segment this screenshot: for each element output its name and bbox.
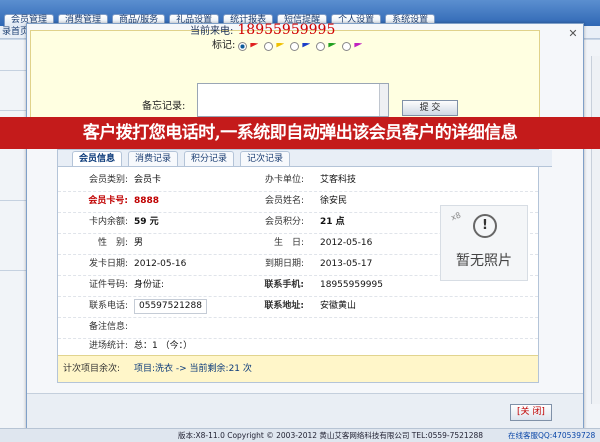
card-number-value: 8888 [134,196,160,206]
memo-label: 备忘记录: [142,101,186,112]
incoming-call-label: 当前来电: [190,26,234,37]
info-row: 会员类别: 会员卡 办卡单位: 艾客科技 [58,170,538,192]
footer-bar: 版本:X8-11.0 Copyright © 2003-2012 黄山艾客网络科… [0,428,600,442]
member-type-label: 会员类别: [88,175,128,185]
mark-radio[interactable] [290,41,300,51]
member-name-label: 会员姓名: [264,196,304,206]
background-sidebar [0,40,26,441]
vertical-scrollbar[interactable] [591,56,600,404]
blue-flag-icon [302,42,311,48]
mark-radio[interactable] [264,41,274,51]
balance-label: 卡内余额: [88,217,128,227]
online-support-link[interactable]: 在线客服QQ:470539728 [508,429,595,442]
phone-label: 联系电话: [88,301,128,311]
footer-copyright: 版本:X8-11.0 Copyright © 2003-2012 黄山艾客网络科… [178,431,484,440]
mark-radio[interactable] [238,41,248,51]
submit-button[interactable]: 提 交 [402,100,458,116]
mark-radio[interactable] [316,41,326,51]
yellow-flag-icon [276,42,285,48]
address-label: 联系地址: [264,301,304,311]
incoming-call-row: 当前来电: 18955959995 [190,22,335,40]
birthday-value: 2012-05-16 [320,238,373,248]
member-type-value: 会员卡 [134,175,162,185]
green-flag-icon [328,42,337,48]
count-remaining-label: 计次项目余次: [62,364,120,374]
count-remaining-value: 项目:洗衣 -> 当前剩余:21 次 [134,364,252,374]
close-button[interactable]: [关 闭] [510,404,552,421]
incoming-call-number: 18955959995 [237,22,336,38]
expire-date-value: 2013-05-17 [320,259,373,269]
divider [0,200,26,201]
exclamation-icon: ! [473,214,497,238]
memo-textarea[interactable] [197,83,389,117]
issue-date-label: 发卡日期: [88,259,128,269]
member-info-panel: 会员信息 消费记录 积分记录 记次记录 会员类别: 会员卡 办卡单位: 艾客科技… [57,149,552,383]
mobile-value: 18955959995 [320,280,383,290]
tab-count-records[interactable]: 记次记录 [240,151,291,166]
mark-radio[interactable] [342,41,352,51]
divider [0,70,26,71]
no-photo-text: 暂无照片 [456,253,512,269]
issue-date-value: 2012-05-16 [134,259,187,269]
close-icon[interactable]: ✕ [567,28,579,40]
expire-date-label: 到期日期: [264,259,304,269]
card-unit-value: 艾客科技 [320,175,357,185]
count-remaining-row: 计次项目余次: 项目:洗衣 -> 当前剩余:21 次 [58,355,538,382]
tab-member-info[interactable]: 会员信息 [72,151,123,166]
phone-field[interactable]: 05597521288 [134,299,207,314]
tab-points-records[interactable]: 积分记录 [184,151,235,166]
member-tabs: 会员信息 消费记录 积分记录 记次记录 [58,150,552,167]
breadcrumb[interactable]: 录首页 [2,26,29,38]
info-row: 联系电话: 05597521288 联系地址: 安徽黄山 [58,296,538,318]
mark-row: 标记: [212,40,365,52]
red-flag-icon [250,42,259,48]
feature-banner: 客户拨打您电话时,一系统即自动弹出该会员客户的详细信息 [0,117,600,149]
id-number-label: 证件号码: [88,280,128,290]
mark-label: 标记: [212,40,236,51]
card-number-label: 会员卡号: [88,196,128,206]
member-photo-placeholder: x8 ! 暂无照片 [440,205,528,281]
divider [0,270,26,271]
progress-value: 总：1 （今：） [134,341,193,351]
tab-consumption-records[interactable]: 消费记录 [128,151,179,166]
mobile-label: 联系手机: [264,280,304,290]
address-value: 安徽黄山 [320,301,357,311]
memo-scrollbar[interactable] [379,84,388,116]
card-unit-label: 办卡单位: [264,175,304,185]
divider [0,110,26,111]
points-value: 21 点 [320,217,345,227]
id-number-value: 身份证: [134,280,165,290]
member-name-value: 徐安民 [320,196,348,206]
progress-label: 进场统计: [88,341,128,351]
note-label: 备注信息: [88,322,128,332]
gender-label: 性 别: [97,238,128,248]
photo-badge: x8 [449,210,463,223]
gender-value: 男 [134,238,144,248]
info-row: 进场统计: 总：1 （今：） [58,336,538,357]
points-label: 会员积分: [264,217,304,227]
birthday-label: 生 日: [273,238,304,248]
balance-value: 59 元 [134,217,159,227]
purple-flag-icon [354,42,363,48]
